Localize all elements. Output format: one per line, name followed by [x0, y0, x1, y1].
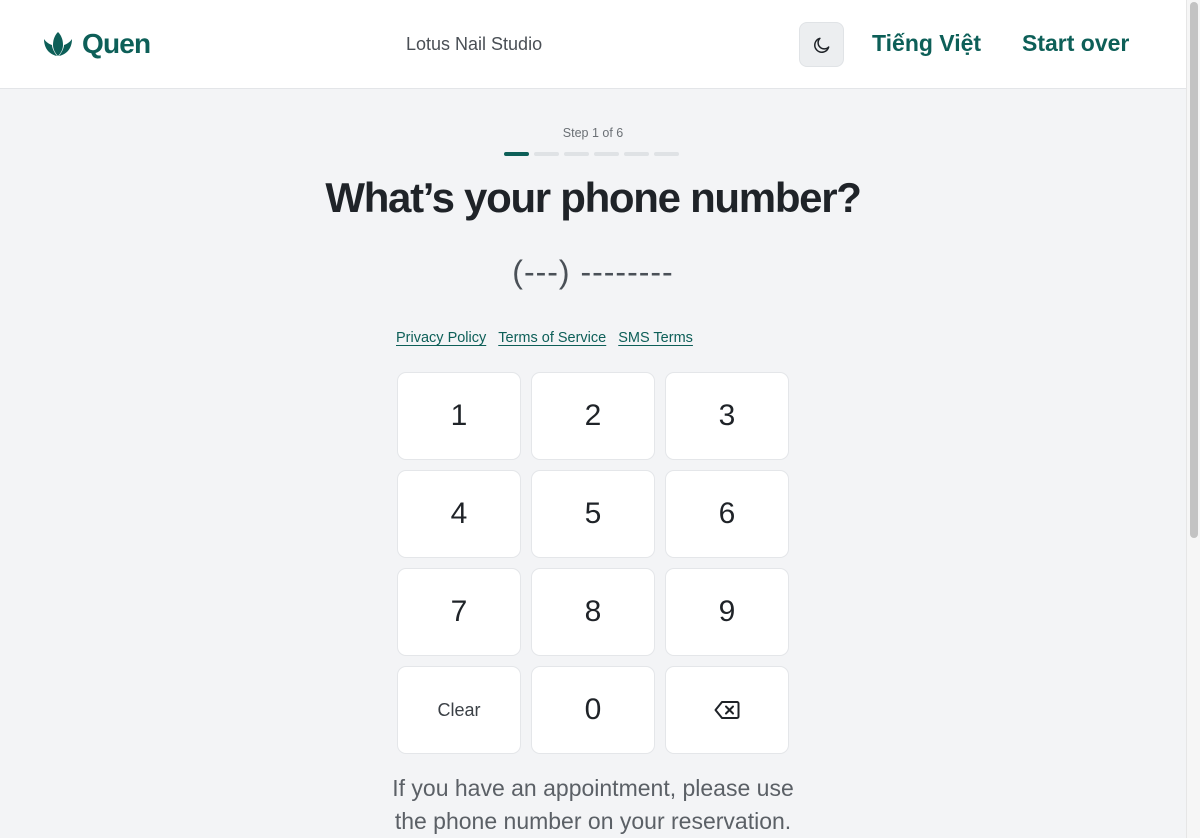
- hint-line-1: If you have an appointment, please use: [392, 775, 794, 801]
- theme-toggle-button[interactable]: [799, 22, 844, 67]
- salon-name: Lotus Nail Studio: [406, 34, 543, 54]
- key-9[interactable]: 9: [665, 568, 789, 656]
- progress-segment-1: [504, 152, 529, 156]
- language-toggle[interactable]: Tiếng Việt: [872, 30, 981, 57]
- key-5[interactable]: 5: [531, 470, 655, 558]
- terms-of-service-link[interactable]: Terms of Service: [498, 330, 606, 346]
- clear-button[interactable]: Clear: [397, 666, 521, 754]
- key-1[interactable]: 1: [397, 372, 521, 460]
- progress-segment-3: [564, 152, 589, 156]
- progress-segment-2: [534, 152, 559, 156]
- header: Quen Lotus Nail Studio Tiếng Việt Start …: [0, 0, 1186, 89]
- page-title: What’s your phone number?: [325, 174, 862, 221]
- start-over-button[interactable]: Start over: [1022, 30, 1129, 57]
- numeric-keypad: 1 2 3 4 5 6 7 8 9 Clear 0: [397, 372, 789, 754]
- key-4[interactable]: 4: [397, 470, 521, 558]
- moon-icon: [813, 37, 829, 53]
- brand-logo[interactable]: Quen: [42, 27, 151, 61]
- kiosk-page: Quen Lotus Nail Studio Tiếng Việt Start …: [0, 0, 1200, 838]
- progress-segment-6: [654, 152, 679, 156]
- step-progress: [504, 152, 679, 156]
- key-6[interactable]: 6: [665, 470, 789, 558]
- sms-terms-link[interactable]: SMS Terms: [618, 330, 693, 346]
- lotus-icon: [44, 32, 72, 56]
- scrollbar-thumb[interactable]: [1190, 2, 1198, 538]
- scrollbar[interactable]: [1186, 0, 1200, 838]
- backspace-button[interactable]: [665, 666, 789, 754]
- key-7[interactable]: 7: [397, 568, 521, 656]
- progress-segment-5: [624, 152, 649, 156]
- brand-name: Quen: [82, 28, 151, 59]
- step-indicator: Step 1 of 6: [562, 126, 624, 140]
- key-8[interactable]: 8: [531, 568, 655, 656]
- hint-line-2: the phone number on your reservation.: [394, 808, 792, 834]
- privacy-policy-link[interactable]: Privacy Policy: [396, 330, 486, 346]
- progress-segment-4: [594, 152, 619, 156]
- phone-number-display: (---) --------: [512, 254, 674, 290]
- key-3[interactable]: 3: [665, 372, 789, 460]
- key-2[interactable]: 2: [531, 372, 655, 460]
- legal-links: Privacy Policy Terms of Service SMS Term…: [396, 330, 693, 346]
- appointment-hint: If you have an appointment, please use t…: [0, 772, 1186, 838]
- backspace-icon: [714, 701, 740, 719]
- key-0[interactable]: 0: [531, 666, 655, 754]
